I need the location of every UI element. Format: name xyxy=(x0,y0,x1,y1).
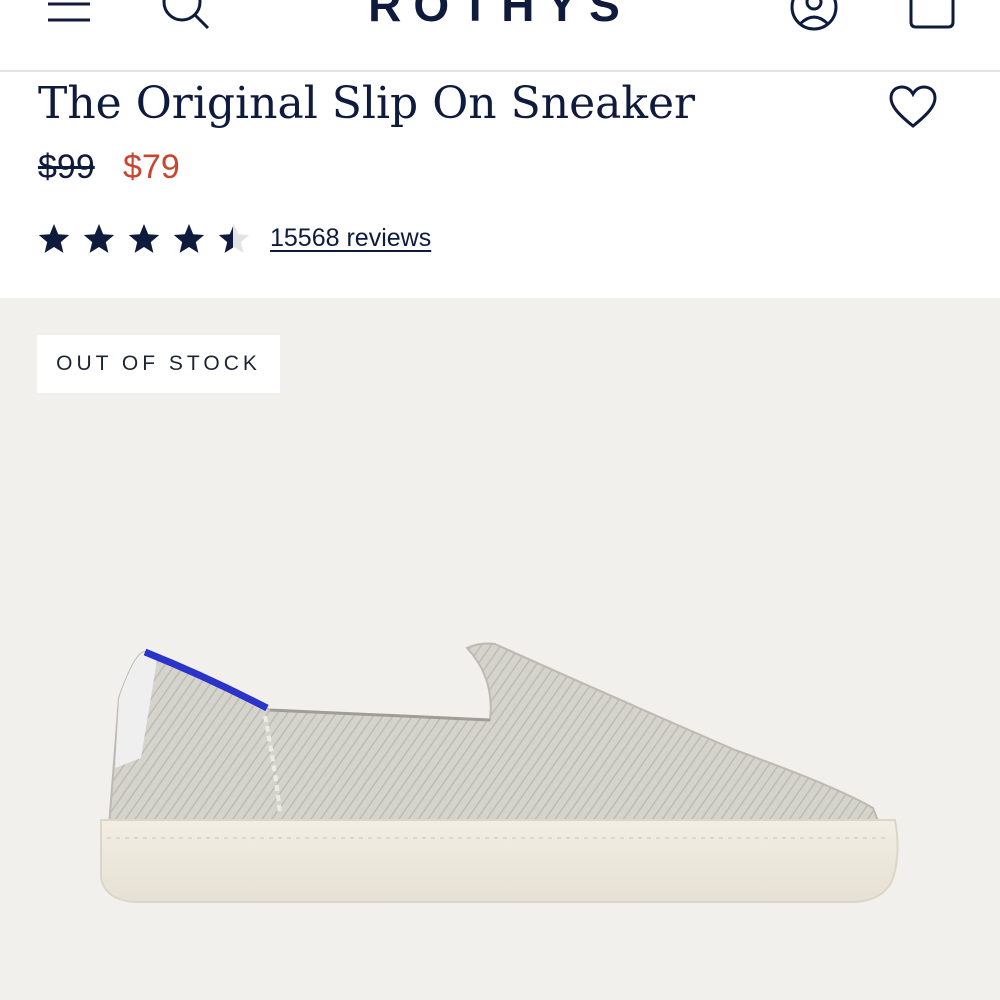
brand-logo[interactable]: ROTHYS xyxy=(0,0,1000,32)
star-icon xyxy=(83,224,115,253)
product-image[interactable] xyxy=(95,638,905,913)
product-gallery[interactable]: OUT OF STOCK xyxy=(0,298,1000,1000)
bag-icon[interactable] xyxy=(908,0,956,32)
star-icon xyxy=(173,224,205,253)
sale-price: $79 xyxy=(123,148,180,186)
product-title: The Original Slip On Sneaker xyxy=(38,78,696,129)
account-icon[interactable] xyxy=(789,0,839,32)
star-rating xyxy=(38,224,250,253)
out-of-stock-badge: OUT OF STOCK xyxy=(37,335,280,393)
reviews-link[interactable]: 15568 reviews xyxy=(270,224,431,253)
star-icon xyxy=(128,224,160,253)
half-star-icon xyxy=(218,224,250,253)
original-price: $99 xyxy=(38,148,95,186)
heart-icon[interactable] xyxy=(888,84,938,130)
star-icon xyxy=(38,224,70,253)
site-header: ROTHYS xyxy=(0,0,1000,72)
